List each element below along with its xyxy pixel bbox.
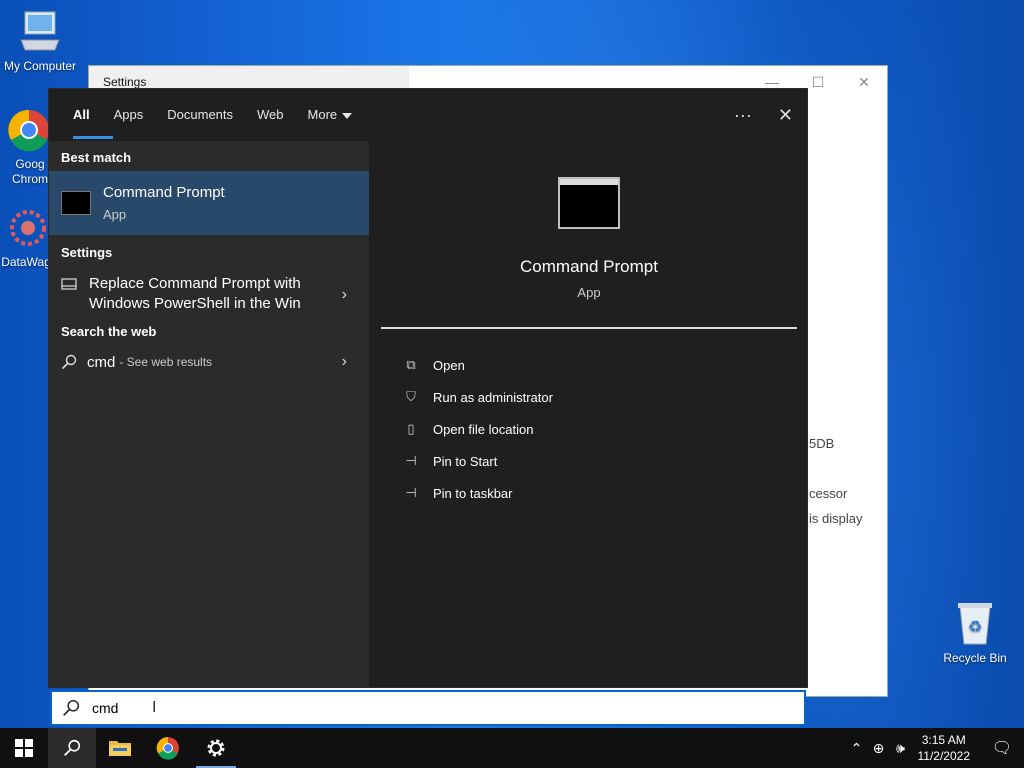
shield-icon: ⛉ — [406, 389, 416, 404]
action-open-file-location[interactable]: ▯ Open file location — [381, 413, 797, 445]
settings-result-line2: Windows PowerShell in the Win — [89, 295, 301, 312]
tab-web[interactable]: Web — [245, 89, 296, 141]
ellipsis-icon[interactable]: ··· — [734, 105, 752, 126]
action-label: Open file location — [433, 421, 534, 437]
pin-icon: ⊣ — [405, 485, 417, 500]
windows-icon — [15, 739, 33, 757]
caret-down-icon — [342, 112, 353, 119]
clock-time: 3:15 AM — [921, 733, 966, 747]
action-pin-to-taskbar[interactable]: ⊣ Pin to taskbar — [381, 477, 797, 509]
search-input[interactable] — [92, 700, 152, 716]
file-location-icon: ▯ — [407, 421, 415, 436]
web-result-item[interactable]: cmd - See web results › — [49, 345, 369, 379]
preview-name: Command Prompt — [520, 257, 658, 276]
desktop-icon-label: Goog Chrom — [11, 157, 48, 186]
command-prompt-icon — [558, 177, 620, 229]
web-hint: - See web results — [119, 355, 213, 369]
desktop-icon-label: Recycle Bin — [943, 651, 1007, 665]
search-icon — [63, 699, 80, 716]
desktop-icon-my-computer[interactable]: My Computer — [0, 10, 80, 73]
svg-text:♻: ♻ — [968, 619, 982, 636]
system-tray: ⌃ ⊕ 🕪 3:15 AM 11/2/2022 🗨 — [846, 728, 1024, 768]
file-explorer-button[interactable] — [96, 728, 144, 768]
action-label: Run as administrator — [433, 389, 553, 405]
open-icon: ⧉ — [406, 357, 416, 372]
search-icon — [64, 739, 81, 756]
chevron-up-icon[interactable]: ⌃ — [846, 740, 868, 757]
action-list: ⧉ Open ⛉ Run as administrator ▯ Open fil… — [381, 329, 797, 509]
best-match-name: Command Prompt — [103, 184, 225, 201]
taskbar: ⌃ ⊕ 🕪 3:15 AM 11/2/2022 🗨 — [0, 728, 1024, 768]
results-list: Best match Command Prompt App Settings R… — [49, 141, 369, 687]
settings-result-item[interactable]: Replace Command Prompt with Windows Powe… — [49, 266, 369, 314]
best-match-type: App — [103, 207, 127, 222]
datawag-icon — [10, 210, 46, 246]
recycle-bin-icon: ♻ — [958, 603, 992, 645]
action-label: Open — [433, 357, 465, 373]
web-query: cmd — [87, 353, 116, 371]
settings-heading: Settings — [61, 245, 113, 260]
taskbar-search-button[interactable] — [48, 728, 96, 768]
search-web-heading: Search the web — [61, 324, 157, 339]
best-match-item[interactable]: Command Prompt App — [49, 171, 369, 235]
chevron-right-icon[interactable]: › — [342, 286, 347, 304]
desktop-icon-recycle-bin[interactable]: ♻ Recycle Bin — [935, 600, 1015, 665]
desktop-icon-label: My Computer — [3, 59, 77, 73]
volume-icon[interactable]: 🕪 — [890, 740, 912, 757]
settings-text-fragment: 5DB — [809, 436, 835, 451]
chrome-icon — [8, 109, 49, 152]
settings-taskbar-button[interactable] — [192, 728, 240, 768]
tab-apps[interactable]: Apps — [102, 89, 156, 141]
gear-icon — [207, 739, 225, 757]
close-icon[interactable]: ✕ — [841, 74, 887, 91]
search-tabs: All Apps Documents Web More ··· ✕ — [49, 89, 807, 141]
notification-icon[interactable]: 🗨 — [980, 738, 1024, 758]
clock-date: 11/2/2022 — [917, 749, 971, 763]
action-label: Pin to taskbar — [433, 485, 513, 501]
action-label: Pin to Start — [433, 453, 498, 469]
search-icon — [61, 354, 77, 370]
search-box[interactable]: I — [50, 690, 806, 726]
search-panel: All Apps Documents Web More ··· ✕ Best m… — [48, 88, 808, 688]
chevron-right-icon[interactable]: › — [342, 353, 347, 371]
action-run-as-administrator[interactable]: ⛉ Run as administrator — [381, 381, 797, 413]
best-match-heading: Best match — [61, 150, 132, 165]
close-icon[interactable]: ✕ — [778, 105, 793, 126]
settings-text-fragment: cessor — [809, 486, 848, 501]
action-pin-to-start[interactable]: ⊣ Pin to Start — [381, 445, 797, 477]
tab-more[interactable]: More — [296, 89, 365, 141]
pin-icon: ⊣ — [405, 453, 417, 468]
computer-icon — [20, 11, 60, 51]
preview-type: App — [577, 285, 601, 300]
network-globe-icon[interactable]: ⊕ — [868, 740, 890, 757]
clock[interactable]: 3:15 AM 11/2/2022 — [912, 732, 981, 764]
chrome-icon — [156, 737, 179, 760]
folder-icon — [109, 741, 131, 756]
command-prompt-icon — [61, 191, 91, 215]
text-cursor-icon: I — [152, 699, 157, 716]
start-button[interactable] — [0, 728, 48, 768]
settings-result-line1: Replace Command Prompt with — [89, 275, 301, 292]
action-open[interactable]: ⧉ Open — [381, 349, 797, 381]
tab-all[interactable]: All — [61, 89, 113, 141]
tab-documents[interactable]: Documents — [155, 89, 245, 141]
taskbar-settings-icon — [61, 278, 77, 290]
preview-pane: Command Prompt App ⧉ Open ⛉ Run as admin… — [381, 153, 797, 687]
tab-more-label: More — [307, 107, 338, 122]
settings-text-fragment: is display — [809, 511, 863, 526]
chrome-taskbar-button[interactable] — [144, 728, 192, 768]
preview-header: Command Prompt App — [381, 153, 797, 329]
